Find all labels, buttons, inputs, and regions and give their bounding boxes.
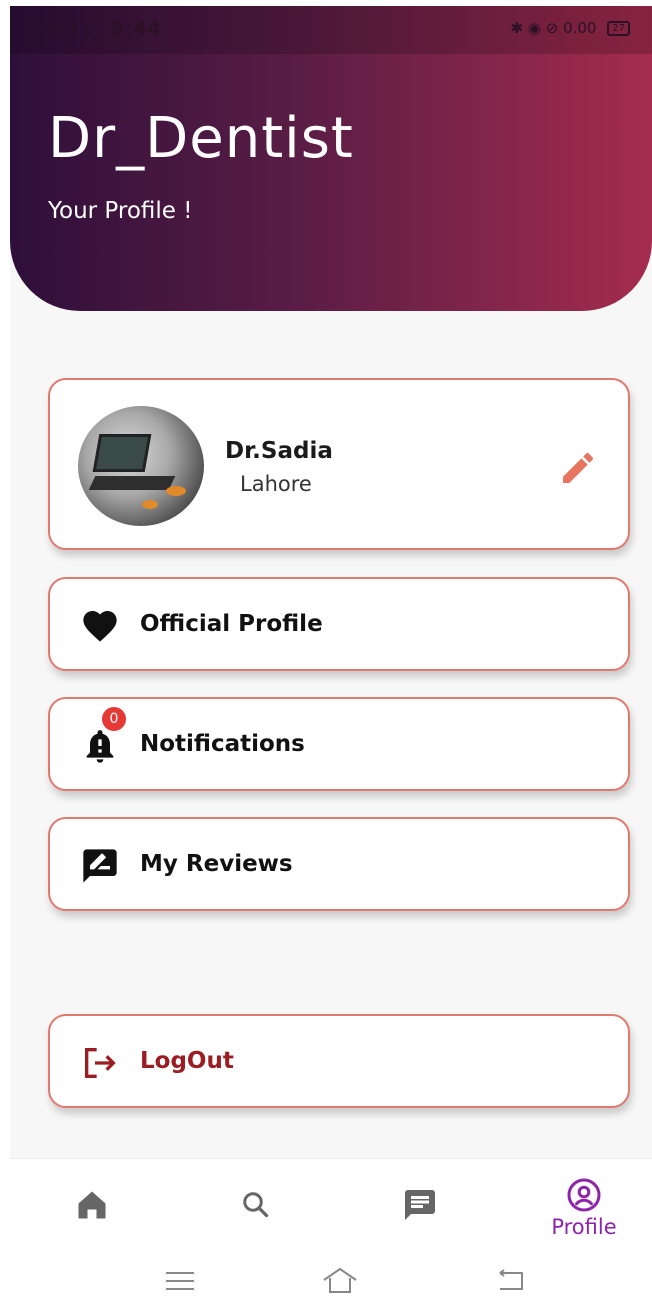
nav-chat[interactable] bbox=[360, 1159, 480, 1255]
official-profile-label: Official Profile bbox=[140, 611, 323, 637]
avatar-mouse bbox=[166, 486, 186, 496]
page-subtitle: Your Profile ! bbox=[48, 198, 193, 224]
chat-icon bbox=[405, 1190, 435, 1220]
logout-label: LogOut bbox=[140, 1048, 234, 1074]
profile-header: ⇅ ↑↓ 9:44 ✱ ◉ ⊘ 0.00 27 Dr_Dentist Your … bbox=[10, 6, 652, 311]
search-icon bbox=[243, 1192, 269, 1218]
back-icon[interactable] bbox=[490, 1264, 530, 1298]
notifications-label: Notifications bbox=[140, 731, 305, 757]
app-title: Dr_Dentist bbox=[48, 106, 354, 171]
notification-count-badge: 0 bbox=[102, 707, 126, 731]
battery-icon: 27 bbox=[607, 21, 630, 36]
status-icons: ✱ ◉ ⊘ 0.00 bbox=[510, 19, 597, 37]
my-reviews-button[interactable]: My Reviews bbox=[48, 817, 630, 911]
status-bar-right: ✱ ◉ ⊘ 0.00 27 bbox=[511, 19, 630, 37]
user-city: Lahore bbox=[240, 472, 312, 496]
status-bar-left: ⇅ ↑↓ 9:44 bbox=[46, 18, 168, 40]
home-outline-icon[interactable] bbox=[320, 1264, 360, 1298]
heart-icon bbox=[83, 611, 117, 642]
status-time: 9:44 bbox=[110, 18, 162, 40]
review-icon bbox=[83, 849, 117, 883]
nav-profile-label: Profile bbox=[551, 1215, 617, 1239]
avatar-laptop bbox=[92, 434, 152, 472]
notifications-button[interactable]: 0 Notifications bbox=[48, 697, 630, 791]
app-screen: ⇅ ↑↓ 9:44 ✱ ◉ ⊘ 0.00 27 Dr_Dentist Your … bbox=[10, 6, 652, 1306]
official-profile-button[interactable]: Official Profile bbox=[48, 577, 630, 671]
avatar bbox=[78, 406, 204, 526]
pencil-icon[interactable] bbox=[558, 448, 598, 488]
user-name: Dr.Sadia bbox=[225, 438, 333, 464]
logout-icon bbox=[85, 1048, 116, 1078]
nav-profile[interactable]: Profile bbox=[524, 1159, 644, 1255]
status-bar: ⇅ ↑↓ 9:44 ✱ ◉ ⊘ 0.00 27 bbox=[10, 6, 652, 54]
bottom-navigation: Profile bbox=[10, 1158, 652, 1254]
avatar-item bbox=[142, 500, 158, 509]
nav-home[interactable] bbox=[32, 1159, 152, 1255]
signal-icons: ⇅ ↑↓ bbox=[46, 20, 99, 40]
profile-card: Dr.Sadia Lahore bbox=[48, 378, 630, 550]
home-icon bbox=[78, 1191, 106, 1219]
system-navigation-bar bbox=[10, 1254, 652, 1306]
bell-icon bbox=[86, 730, 114, 763]
menu-icon[interactable] bbox=[160, 1264, 200, 1298]
my-reviews-label: My Reviews bbox=[140, 851, 293, 877]
account-circle-icon bbox=[567, 1178, 601, 1212]
nav-search[interactable] bbox=[196, 1159, 316, 1255]
logout-button[interactable]: LogOut bbox=[48, 1014, 630, 1108]
avatar-desk bbox=[88, 476, 176, 490]
